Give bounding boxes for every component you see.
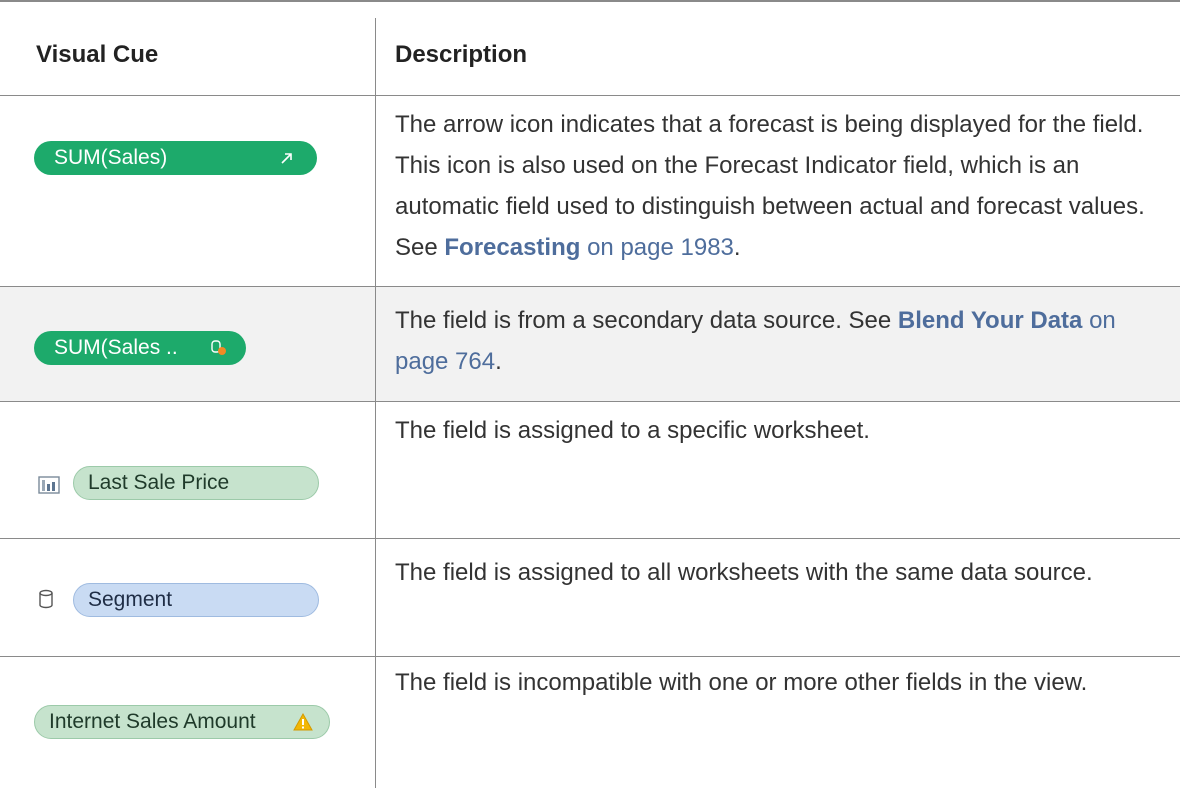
table-row: SUM(Sales) The arrow icon indicates that… — [0, 96, 1180, 286]
xref-link[interactable]: Forecasting — [444, 234, 580, 261]
table-row: SUM(Sales .. The field is from a seconda… — [0, 287, 1180, 401]
row-description: The field is assigned to all worksheets … — [395, 559, 1093, 586]
worksheet-icon — [38, 476, 60, 499]
table-row: Internet Sales Amount The field is incom… — [0, 657, 1180, 787]
row-description: The field is from a secondary data sourc… — [395, 307, 1116, 375]
cue-label: Internet Sales Amount — [49, 710, 256, 733]
page-ref-link[interactable]: on page 1983 — [580, 234, 734, 261]
table-row: Segment The field is assigned to all wor… — [0, 539, 1180, 656]
header-description: Description — [395, 41, 528, 68]
table-top-rule — [0, 0, 1180, 2]
row-description: The field is assigned to a specific work… — [395, 417, 870, 444]
cue-label: Segment — [88, 588, 173, 611]
cue-pill-sum-sales-secondary: SUM(Sales .. — [34, 331, 246, 365]
header-visual-cue: Visual Cue — [36, 41, 159, 68]
warning-icon — [293, 706, 313, 738]
cue-pill-segment: Segment — [73, 583, 319, 617]
table-row: Last Sale Price The field is assigned to… — [0, 402, 1180, 538]
cue-pill-last-sale-price: Last Sale Price — [73, 466, 319, 500]
cue-pill-sum-sales: SUM(Sales) — [34, 141, 317, 175]
secondary-source-icon — [210, 331, 228, 365]
datasource-cylinder-icon — [38, 589, 54, 614]
column-divider — [375, 18, 376, 788]
row-description: The arrow icon indicates that a forecast… — [395, 111, 1145, 261]
row-description: The field is incompatible with one or mo… — [395, 669, 1088, 696]
xref-link[interactable]: Blend Your Data — [898, 307, 1082, 334]
cue-label: Last Sale Price — [88, 471, 230, 494]
cue-label: SUM(Sales .. — [54, 336, 178, 359]
cue-label: SUM(Sales) — [54, 146, 168, 169]
cue-pill-internet-sales-amount: Internet Sales Amount — [34, 705, 330, 739]
forecast-arrow-icon — [279, 141, 295, 175]
